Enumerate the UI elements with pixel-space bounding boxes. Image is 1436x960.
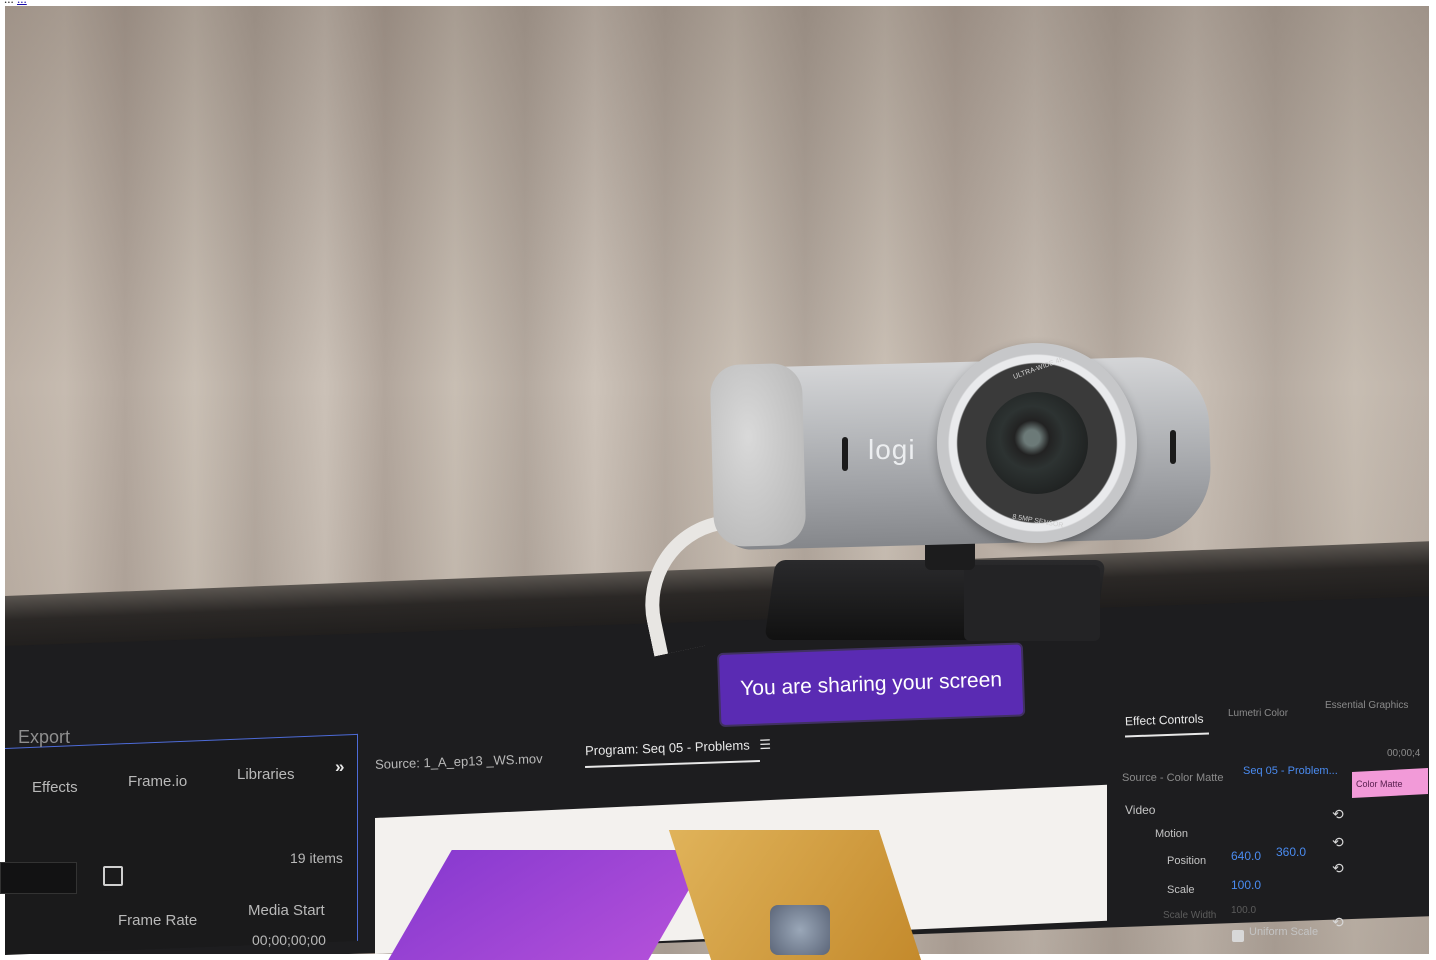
new-bin-icon[interactable]: [103, 866, 123, 886]
video-section: Video: [1125, 803, 1156, 817]
position-y-value[interactable]: 360.0: [1276, 845, 1306, 859]
screen-sharing-banner[interactable]: You are sharing your screen: [719, 644, 1024, 725]
sequence-clip-link[interactable]: Seq 05 - Problem...: [1243, 765, 1338, 777]
column-media-start[interactable]: Media Start: [248, 902, 325, 919]
tab-essential-graphics[interactable]: Essential Graphics: [1325, 700, 1408, 711]
scale-value[interactable]: 100.0: [1231, 878, 1261, 892]
webcam-mount-clip: [964, 565, 1100, 641]
reset-icon[interactable]: ⟲: [1332, 806, 1344, 823]
reset-icon[interactable]: ⟲: [1332, 834, 1344, 851]
source-clip-label: Source - Color Matte: [1122, 772, 1224, 784]
media-start-value: 00;00;00;00: [252, 932, 326, 948]
search-input[interactable]: [0, 862, 77, 894]
tab-frameio[interactable]: Frame.io: [128, 773, 187, 790]
export-tab[interactable]: Export: [18, 727, 70, 748]
position-x-value[interactable]: 640.0: [1231, 849, 1261, 863]
column-frame-rate[interactable]: Frame Rate: [118, 912, 197, 929]
param-scale: Scale: [1167, 884, 1195, 896]
video-bolt-object: [770, 905, 830, 955]
uniform-scale-checkbox[interactable]: [1232, 930, 1244, 942]
uniform-scale-label: Uniform Scale: [1249, 926, 1319, 938]
param-position: Position: [1167, 855, 1207, 867]
motion-group[interactable]: Motion: [1155, 828, 1188, 840]
webcam-end-cap: [709, 362, 807, 548]
webcam-lens: [986, 392, 1088, 494]
reset-icon[interactable]: ⟲: [1332, 860, 1344, 877]
tab-effects[interactable]: Effects: [32, 779, 78, 796]
tab-effect-controls[interactable]: Effect Controls: [1125, 712, 1204, 729]
scale-width-value: 100.0: [1231, 905, 1257, 916]
tab-libraries[interactable]: Libraries: [237, 766, 295, 783]
more-panels-icon[interactable]: »: [335, 757, 344, 777]
param-scale-width: Scale Width: [1163, 910, 1217, 921]
screen-sharing-text: You are sharing your screen: [739, 668, 1003, 701]
webcam-mic-slot: [1170, 430, 1176, 464]
webcam-mic-slot: [842, 437, 848, 471]
items-count: 19 items: [290, 850, 343, 866]
timecode: 00;00;4: [1387, 748, 1421, 759]
tab-lumetri-color[interactable]: Lumetri Color: [1228, 708, 1288, 719]
program-menu-icon[interactable]: ☰: [759, 737, 771, 752]
webcam-logo: logi: [868, 434, 916, 465]
reset-icon[interactable]: ⟲: [1332, 914, 1344, 931]
clip-label: Color Matte: [1356, 779, 1403, 789]
